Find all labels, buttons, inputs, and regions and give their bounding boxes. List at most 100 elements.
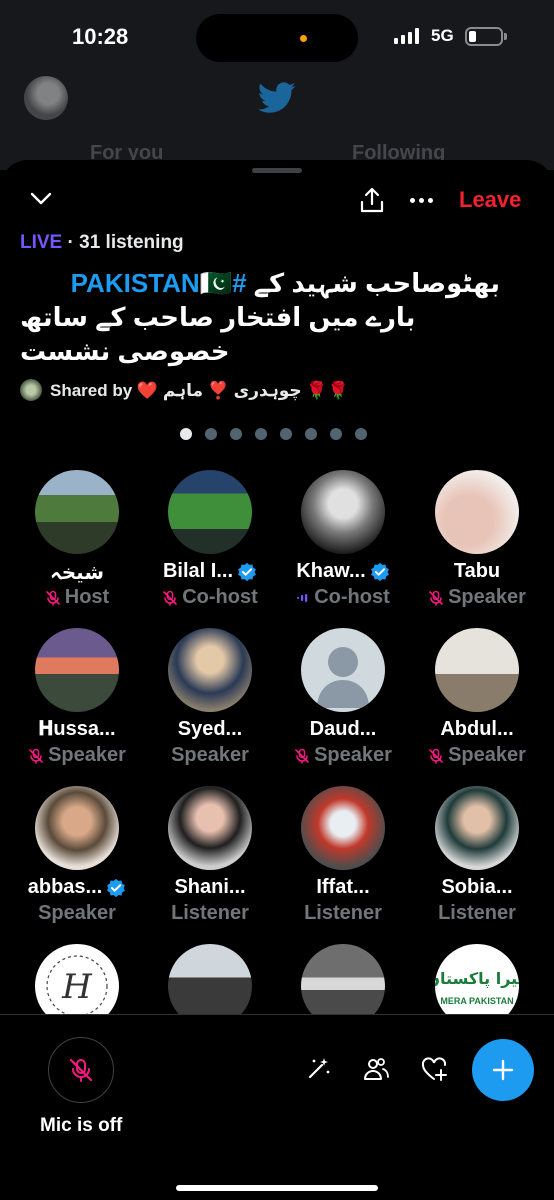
- participant-name-text: Shani...: [174, 876, 246, 898]
- cellular-signal-icon: [394, 28, 419, 44]
- participant-role: Co-host: [276, 586, 410, 609]
- svg-text:H: H: [61, 967, 93, 1007]
- avatar[interactable]: [35, 470, 119, 554]
- participant-name: Daud...: [276, 718, 410, 741]
- participant-name: Sobia...: [410, 876, 544, 899]
- status-bar: 10:28 5G: [0, 0, 554, 70]
- network-type: 5G: [431, 26, 454, 45]
- participant-role-text: Speaker: [448, 586, 526, 608]
- verified-badge-icon: [107, 878, 126, 897]
- mic-muted-icon: [429, 590, 443, 606]
- participant-name: Shani...: [143, 876, 277, 899]
- participant-name-text: 𝐇ussa...: [38, 718, 116, 740]
- page-dot[interactable]: [255, 428, 267, 440]
- participant-role-text: Speaker: [171, 744, 249, 766]
- shared-by-row[interactable]: Shared by ❤️ چوہدری ❣️ ماہم 🌹🌹: [20, 379, 349, 401]
- avatar[interactable]: [168, 786, 252, 870]
- home-indicator: [176, 1185, 378, 1191]
- participant-name: Khaw...: [276, 560, 410, 583]
- page-dot[interactable]: [230, 428, 242, 440]
- privacy-indicator-dot: [300, 35, 307, 42]
- participant-role: Speaker: [143, 744, 277, 767]
- avatar[interactable]: [168, 470, 252, 554]
- participant-role-text: Host: [64, 586, 110, 608]
- avatar[interactable]: [35, 786, 119, 870]
- avatar[interactable]: [435, 470, 519, 554]
- page-dot[interactable]: [180, 428, 192, 440]
- participant-name: Tabu: [410, 560, 544, 583]
- leave-button[interactable]: Leave: [459, 187, 521, 213]
- page-dot[interactable]: [355, 428, 367, 440]
- avatar[interactable]: [35, 628, 119, 712]
- participant-name-text: Khaw...: [296, 560, 366, 582]
- participant-role-text: Speaker: [448, 744, 526, 766]
- page-dot[interactable]: [205, 428, 217, 440]
- mic-status-label: Mic is off: [40, 1115, 123, 1136]
- title-line-3: خصوصی نشست: [20, 336, 230, 366]
- add-post-button[interactable]: [472, 1039, 534, 1101]
- participant-role-text: Co-host: [182, 586, 258, 608]
- verified-badge-icon: [238, 562, 256, 581]
- verified-badge-icon: [370, 562, 389, 581]
- participant-role: Speaker: [410, 744, 544, 767]
- sheet-grabber[interactable]: [252, 168, 302, 173]
- mic-off-icon: [69, 1058, 93, 1082]
- participant-role-text: Speaker: [38, 902, 116, 924]
- participant-role-text: Listener: [438, 902, 516, 924]
- speaking-indicator-icon: [297, 593, 308, 602]
- participant-role-text: Listener: [304, 902, 382, 924]
- participant-name-text: Iffat...: [316, 876, 370, 898]
- people-icon[interactable]: [362, 1055, 390, 1083]
- more-options-icon[interactable]: [410, 198, 433, 203]
- avatar[interactable]: [301, 470, 385, 554]
- participant-role: Speaker: [10, 902, 144, 925]
- avatar[interactable]: [435, 786, 519, 870]
- dynamic-island: [196, 14, 358, 62]
- battery-tip: [504, 33, 507, 40]
- share-icon[interactable]: [359, 186, 385, 214]
- mic-muted-icon: [45, 590, 60, 606]
- participant-name: Abdul...: [410, 718, 544, 741]
- participant-name: Bilal I...: [143, 560, 277, 583]
- sharer-avatar: [20, 379, 42, 401]
- live-badge: LIVE: [20, 232, 63, 253]
- svg-text:MERA PAKISTAN: MERA PAKISTAN: [440, 996, 513, 1006]
- reaction-heart-icon[interactable]: [420, 1055, 448, 1083]
- page-dot[interactable]: [330, 428, 342, 440]
- mic-muted-icon: [163, 590, 178, 606]
- participant-role-text: Speaker: [314, 744, 392, 766]
- listener-count: · 31 listening: [67, 232, 184, 253]
- battery-icon: [465, 27, 503, 46]
- status-time: 10:28: [72, 24, 129, 49]
- page-dot[interactable]: [305, 428, 317, 440]
- title-line-2: بارے میں افتخار صاحب کے ساتھ: [20, 302, 416, 332]
- participant-role: Listener: [276, 902, 410, 925]
- participant-role: Co-host: [143, 586, 277, 609]
- participant-role-text: Co-host: [314, 586, 390, 608]
- background-app-header: For you Following: [0, 70, 554, 170]
- mic-toggle-button[interactable]: [48, 1037, 114, 1103]
- participant-role: Speaker: [410, 586, 544, 609]
- avatar[interactable]: [435, 628, 519, 712]
- magic-wand-icon[interactable]: [304, 1055, 332, 1083]
- participant-role-text: Listener: [171, 902, 249, 924]
- mic-muted-icon: [429, 748, 443, 764]
- participant-role: Speaker: [276, 744, 410, 767]
- twitter-bird-icon: [258, 82, 296, 113]
- chevron-down-icon[interactable]: [30, 190, 52, 206]
- svg-text:میرا پاکستان: میرا پاکستان: [435, 969, 519, 989]
- page-dot[interactable]: [280, 428, 292, 440]
- participant-role: Host: [10, 586, 144, 609]
- plus-icon: [492, 1059, 514, 1081]
- title-line-1: بھٹوصاحب شہید کے: [253, 268, 500, 298]
- participant-name-text: شیخہ: [50, 562, 104, 584]
- profile-avatar[interactable]: [24, 76, 68, 120]
- avatar[interactable]: [301, 786, 385, 870]
- page-indicator[interactable]: [180, 428, 367, 440]
- avatar[interactable]: [168, 628, 252, 712]
- default-avatar-icon[interactable]: [301, 628, 385, 712]
- mic-muted-icon: [295, 748, 309, 764]
- participant-name-text: Abdul...: [440, 718, 514, 740]
- title-hashtag[interactable]: #PAKISTAN🇵🇰: [71, 268, 247, 298]
- participant-role: Listener: [143, 902, 277, 925]
